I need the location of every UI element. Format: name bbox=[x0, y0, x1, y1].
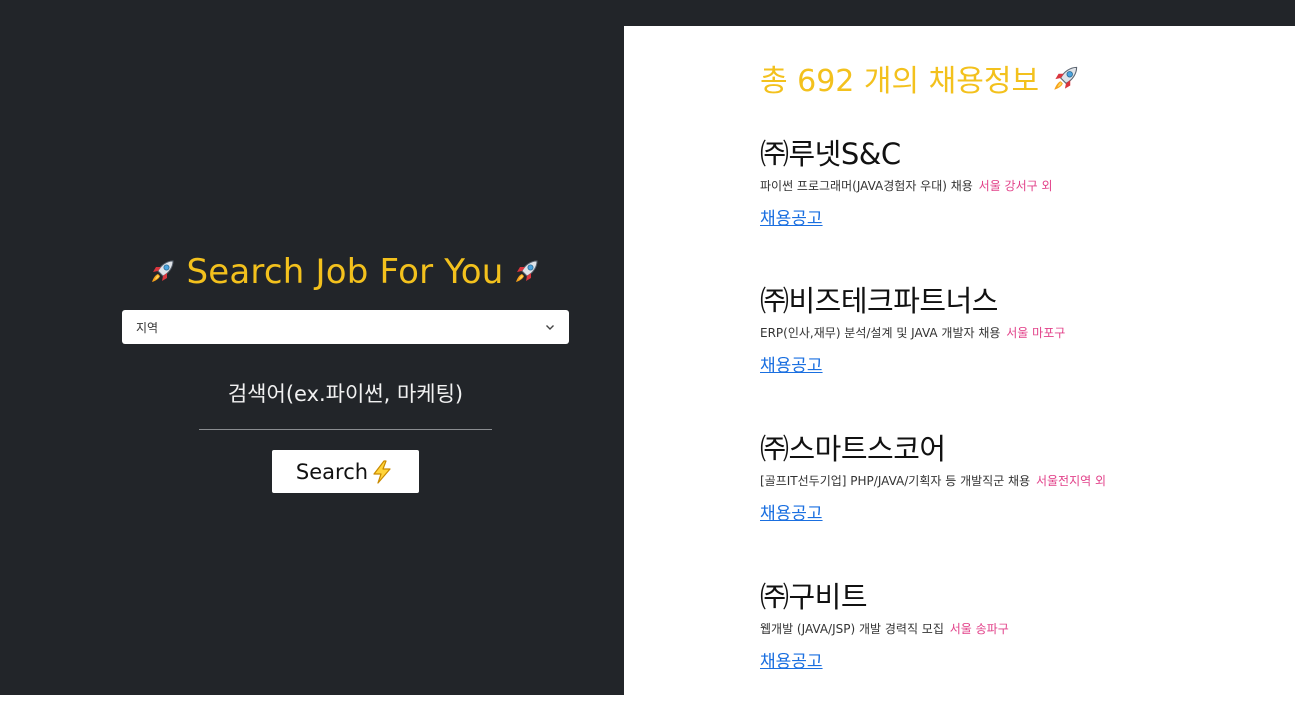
keyword-input[interactable]: 검색어(ex.파이썬, 마케팅) bbox=[199, 372, 492, 430]
company-name: ㈜구비트 bbox=[760, 580, 868, 614]
search-panel: Search Job For You 지역 검색어(ex.파이썬, 마케팅) S… bbox=[0, 0, 624, 695]
job-location: 서울 송파구 bbox=[949, 622, 1009, 636]
company-name: ㈜비즈테크파트너스 bbox=[760, 284, 998, 318]
job-title: [골프IT선두기업] PHP/JAVA/기획자 등 개발직군 채용 bbox=[760, 474, 1031, 488]
bottom-strip bbox=[0, 695, 1295, 707]
search-button-label: Search bbox=[295, 459, 369, 484]
job-title: ERP(인사,재무) 분석/설계 및 JAVA 개발자 채용 bbox=[760, 326, 1001, 340]
job-description: [골프IT선두기업] PHP/JAVA/기획자 등 개발직군 채용 서울전지역 … bbox=[760, 473, 1280, 489]
search-title-text: Search Job For You bbox=[186, 252, 504, 292]
job-posting-link[interactable]: 채용공고 bbox=[760, 355, 823, 377]
chevron-down-icon bbox=[545, 322, 555, 332]
job-posting-link[interactable]: 채용공고 bbox=[760, 503, 823, 525]
job-title: 파이썬 프로그래머(JAVA경험자 우대) 채용 bbox=[760, 179, 973, 193]
lightning-icon bbox=[369, 459, 395, 485]
company-name: ㈜스마트스코어 bbox=[760, 432, 946, 466]
results-title-text: 총 692 개의 채용정보 bbox=[760, 64, 1040, 99]
page: Search Job For You 지역 검색어(ex.파이썬, 마케팅) S… bbox=[0, 0, 1295, 707]
job-description: 웹개발 (JAVA/JSP) 개발 경력직 모집 서울 송파구 bbox=[760, 621, 1280, 637]
job-posting-link[interactable]: 채용공고 bbox=[760, 651, 823, 673]
results-title: 총 692 개의 채용정보 bbox=[760, 56, 1083, 100]
job-item: ㈜루넷S&C 파이썬 프로그래머(JAVA경험자 우대) 채용 서울 강서구 외… bbox=[760, 136, 1280, 230]
job-description: ERP(인사,재무) 분석/설계 및 JAVA 개발자 채용 서울 마포구 bbox=[760, 325, 1280, 341]
region-select-value: 지역 bbox=[136, 320, 159, 335]
job-posting-link[interactable]: 채용공고 bbox=[760, 208, 823, 230]
job-description: 파이썬 프로그래머(JAVA경험자 우대) 채용 서울 강서구 외 bbox=[760, 178, 1280, 194]
rocket-icon bbox=[1049, 61, 1083, 95]
rocket-icon bbox=[147, 255, 179, 287]
job-item: ㈜구비트 웹개발 (JAVA/JSP) 개발 경력직 모집 서울 송파구 채용공… bbox=[760, 579, 1280, 673]
region-select[interactable]: 지역 bbox=[122, 310, 569, 344]
job-location: 서울 강서구 외 bbox=[978, 179, 1053, 193]
job-location: 서울 마포구 bbox=[1006, 326, 1066, 340]
job-item: ㈜스마트스코어 [골프IT선두기업] PHP/JAVA/기획자 등 개발직군 채… bbox=[760, 431, 1280, 525]
job-location: 서울전지역 외 bbox=[1035, 474, 1107, 488]
job-item: ㈜비즈테크파트너스 ERP(인사,재무) 분석/설계 및 JAVA 개발자 채용… bbox=[760, 283, 1280, 377]
search-button[interactable]: Search bbox=[272, 450, 419, 493]
top-dark-strip bbox=[624, 0, 1295, 26]
keyword-input-placeholder: 검색어(ex.파이썬, 마케팅) bbox=[227, 382, 464, 406]
search-title: Search Job For You bbox=[0, 252, 690, 292]
job-title: 웹개발 (JAVA/JSP) 개발 경력직 모집 bbox=[760, 622, 944, 636]
rocket-icon bbox=[511, 255, 543, 287]
company-name: ㈜루넷S&C bbox=[760, 137, 901, 171]
